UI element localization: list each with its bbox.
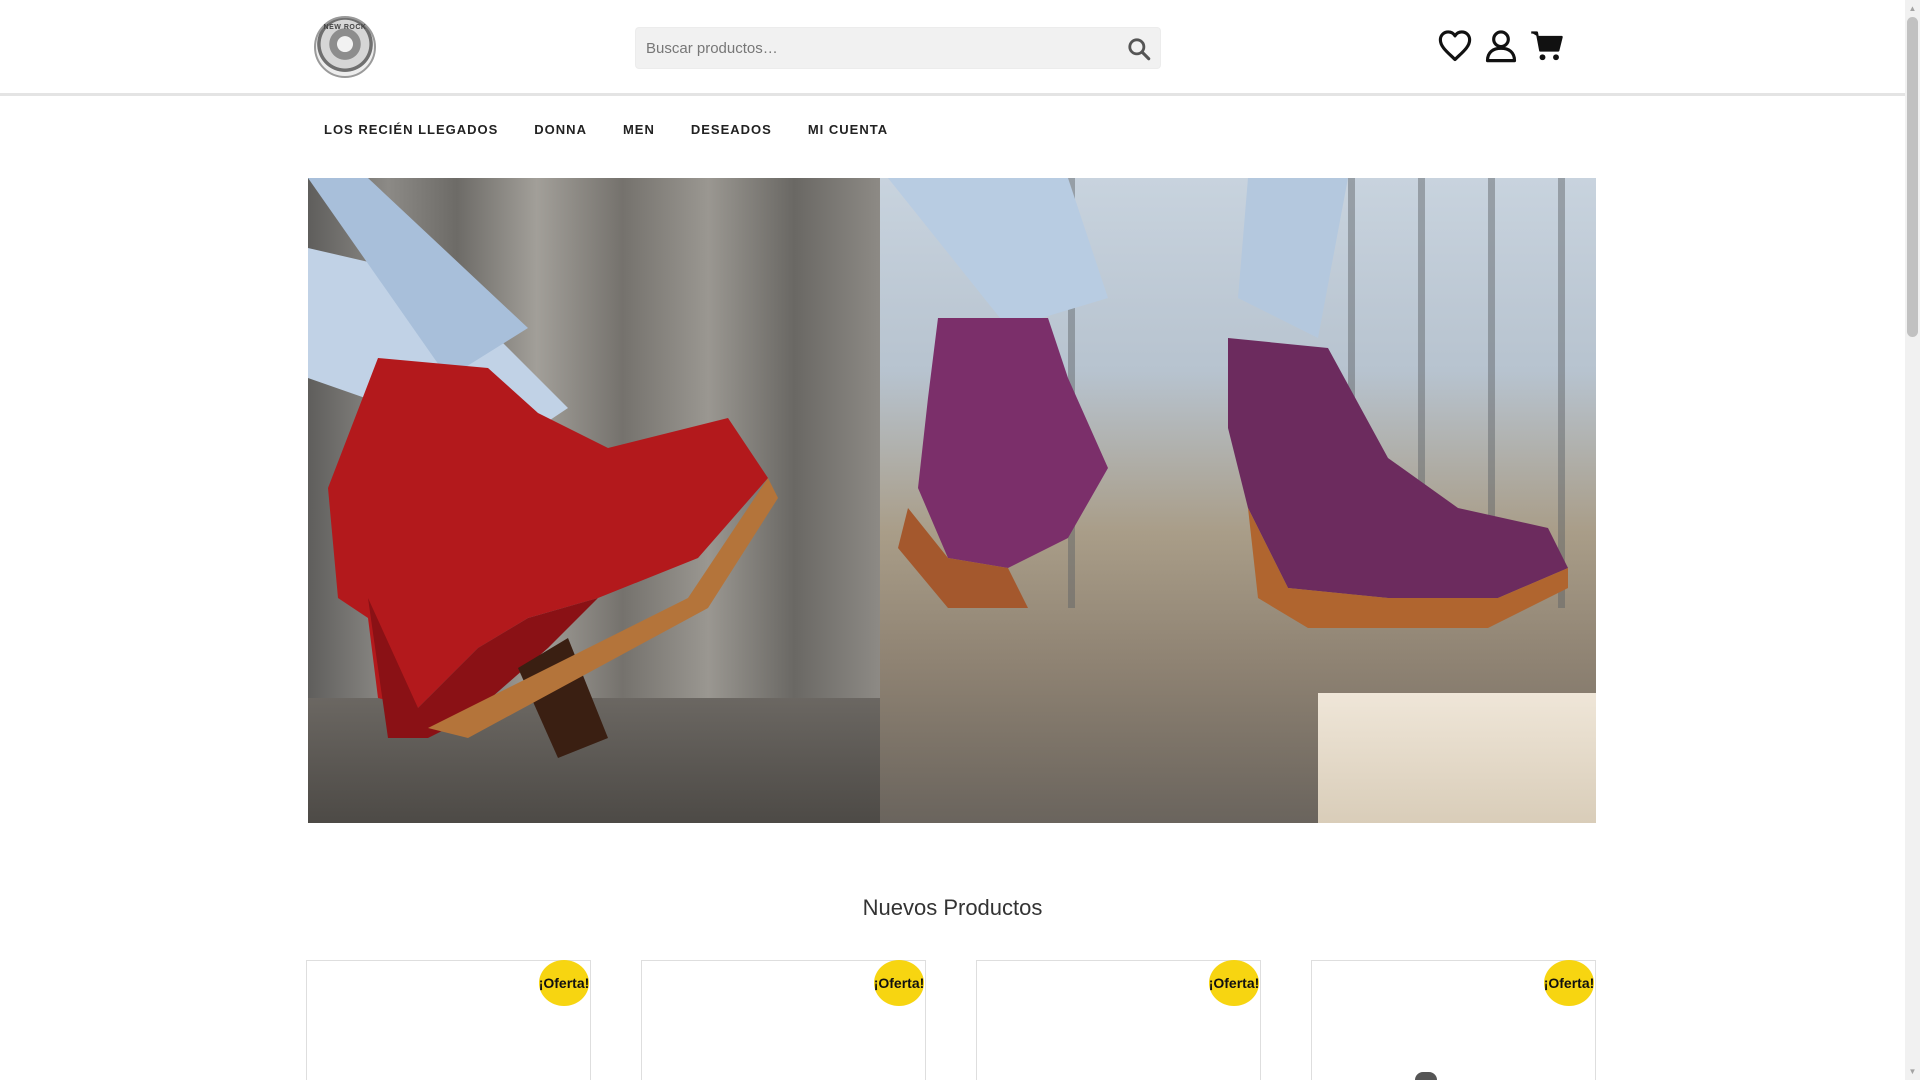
scrollbar-thumb[interactable] <box>1907 17 1918 337</box>
cart-icon <box>1531 31 1563 61</box>
sale-badge[interactable]: ¡Oferta! <box>874 960 924 1006</box>
scroll-down-arrow-icon[interactable]: ▼ <box>1905 1063 1920 1080</box>
search-button[interactable] <box>1126 36 1152 62</box>
brand-logo[interactable]: NEW ROCK <box>314 16 376 78</box>
brand-logo-text: NEW ROCK <box>323 24 367 31</box>
boots-illustration <box>308 178 1568 758</box>
hero-banner[interactable] <box>308 178 1596 823</box>
user-icon <box>1485 30 1517 63</box>
account-button[interactable] <box>1483 28 1519 64</box>
product-image-peek <box>1415 1072 1437 1080</box>
search-bar <box>635 27 1161 69</box>
nav-item-recien-llegados[interactable]: LOS RECIÉN LLEGADOS <box>306 122 516 137</box>
search-icon <box>1128 38 1151 61</box>
scroll-up-arrow-icon[interactable]: ▲ <box>1905 0 1920 17</box>
site-header: NEW ROCK <box>0 0 1905 96</box>
section-title: Nuevos Productos <box>862 895 1043 920</box>
nav-item-donna[interactable]: DONNA <box>516 122 605 137</box>
nav-item-mi-cuenta[interactable]: MI CUENTA <box>790 122 906 137</box>
wishlist-button[interactable] <box>1437 28 1473 64</box>
nav-item-deseados[interactable]: DESEADOS <box>673 122 790 137</box>
heart-icon <box>1438 30 1472 62</box>
main-nav: LOS RECIÉN LLEGADOS DONNA MEN DESEADOS M… <box>306 112 906 146</box>
search-input[interactable] <box>636 28 1106 68</box>
sale-badge[interactable]: ¡Oferta! <box>1209 960 1259 1006</box>
sale-badge[interactable]: ¡Oferta! <box>539 960 589 1006</box>
sale-badge[interactable]: ¡Oferta! <box>1544 960 1594 1006</box>
page-scrollbar[interactable]: ▲ ▼ <box>1905 0 1920 1080</box>
cart-button[interactable] <box>1529 28 1565 64</box>
nav-item-men[interactable]: MEN <box>605 122 673 137</box>
